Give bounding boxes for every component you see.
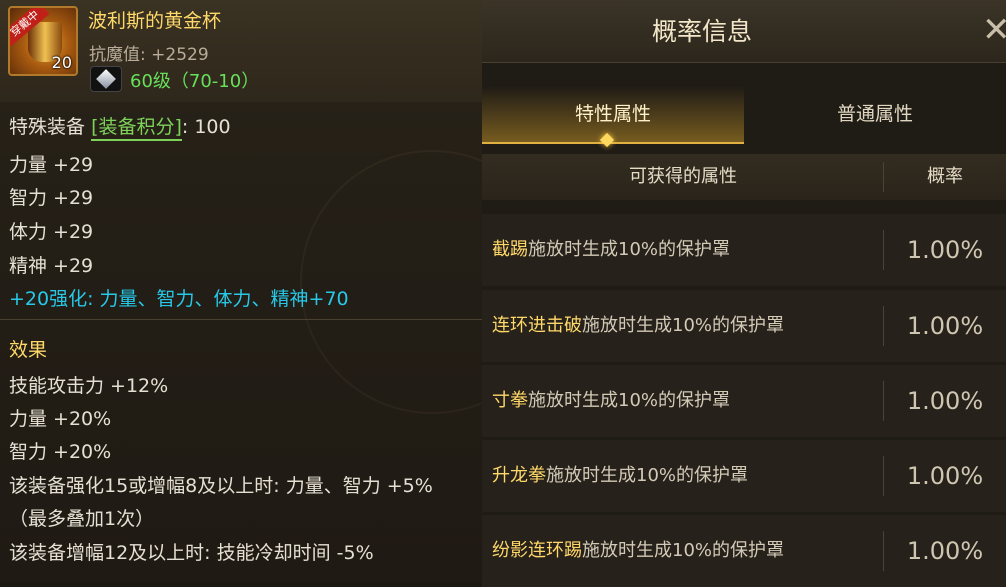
score-label: 特殊装备 — [9, 116, 86, 138]
skill-name: 连环进击破 — [492, 315, 582, 336]
probability-dialog: 概率信息 ✕ 特性属性 普通属性 可获得的属性 概率 截踢施放时生成10%的保护… — [482, 0, 1006, 587]
table-row: 寸拳施放时生成10%的保护罩 1.00% — [482, 365, 1006, 437]
probability-value: 1.00% — [906, 312, 984, 340]
attribute-text: 连环进击破施放时生成10%的保护罩 — [492, 290, 784, 362]
attribute-text: 截踢施放时生成10%的保护罩 — [492, 214, 730, 286]
tab-normal-attributes[interactable]: 普通属性 — [744, 86, 1006, 142]
probability-value: 1.00% — [906, 537, 984, 565]
effect-title: 效果 — [9, 339, 48, 361]
effect-line: （最多叠加1次） — [9, 508, 155, 530]
golden-cup-item-icon[interactable]: 穿戴中 20 — [8, 6, 78, 76]
section-divider — [0, 319, 482, 320]
dialog-title-bar: 概率信息 ✕ — [482, 0, 1006, 63]
equipment-score-line: 特殊装备 [装备积分]: 100 — [9, 112, 231, 141]
attribute-text: 寸拳施放时生成10%的保护罩 — [492, 365, 730, 437]
table-row: 截踢施放时生成10%的保护罩 1.00% — [482, 214, 1006, 286]
skill-name: 升龙拳 — [492, 465, 546, 486]
diamond-grade-icon — [90, 66, 122, 92]
item-icon-level: 20 — [51, 53, 72, 72]
item-header: 穿戴中 20 波利斯的黄金杯 抗魔值: +2529 60级（70-10） — [0, 0, 482, 102]
equipment-score-tag[interactable]: [装备积分] — [91, 116, 182, 141]
effect-line: 技能攻击力 +12% — [9, 375, 169, 397]
attribute-text: 纷影连环踢施放时生成10%的保护罩 — [492, 515, 784, 587]
level-range: 60级（70-10） — [130, 71, 260, 92]
attribute-desc: 施放时生成10%的保护罩 — [528, 239, 731, 260]
table-row: 升龙拳施放时生成10%的保护罩 1.00% — [482, 440, 1006, 512]
stat-strength: 力量 +29 — [9, 154, 94, 176]
item-tooltip-panel: 穿戴中 20 波利斯的黄金杯 抗魔值: +2529 60级（70-10） 特殊装… — [0, 0, 482, 583]
attribute-desc: 施放时生成10%的保护罩 — [546, 465, 749, 486]
tab-bar: 特性属性 普通属性 — [482, 86, 1006, 144]
probability-value: 1.00% — [906, 462, 984, 490]
dialog-title: 概率信息 — [651, 17, 752, 46]
probability-value: 1.00% — [906, 387, 984, 415]
table-header: 可获得的属性 概率 — [482, 154, 1006, 200]
close-icon[interactable]: ✕ — [982, 12, 1006, 52]
probability-value: 1.00% — [906, 236, 984, 264]
skill-name: 寸拳 — [492, 390, 528, 411]
effect-line: 该装备强化15或增幅8及以上时: 力量、智力 +5% — [9, 475, 433, 497]
attribute-desc: 施放时生成10%的保护罩 — [528, 390, 731, 411]
column-attribute: 可获得的属性 — [629, 166, 737, 187]
attribute-desc: 施放时生成10%的保护罩 — [582, 540, 785, 561]
column-probability: 概率 — [927, 166, 963, 187]
magic-resistance: 抗魔值: +2529 — [89, 45, 209, 65]
stat-intelligence: 智力 +29 — [9, 187, 94, 209]
score-value: : 100 — [181, 116, 231, 138]
attribute-text: 升龙拳施放时生成10%的保护罩 — [492, 440, 748, 512]
effect-line: 该装备增幅12及以上时: 技能冷却时间 -5% — [9, 542, 374, 564]
enhance-bonus: +20强化: 力量、智力、体力、精神+70 — [9, 288, 349, 310]
effect-line: 力量 +20% — [9, 408, 112, 430]
table-row: 纷影连环踢施放时生成10%的保护罩 1.00% — [482, 515, 1006, 587]
stat-spirit: 精神 +29 — [9, 255, 94, 277]
table-row: 连环进击破施放时生成10%的保护罩 1.00% — [482, 290, 1006, 362]
effect-line: 智力 +20% — [9, 441, 112, 463]
skill-name: 截踢 — [492, 239, 528, 260]
stat-vitality: 体力 +29 — [9, 221, 94, 243]
attribute-desc: 施放时生成10%的保护罩 — [582, 315, 785, 336]
skill-name: 纷影连环踢 — [492, 540, 582, 561]
item-name: 波利斯的黄金杯 — [88, 10, 222, 32]
tab-special-attributes[interactable]: 特性属性 — [482, 86, 744, 144]
